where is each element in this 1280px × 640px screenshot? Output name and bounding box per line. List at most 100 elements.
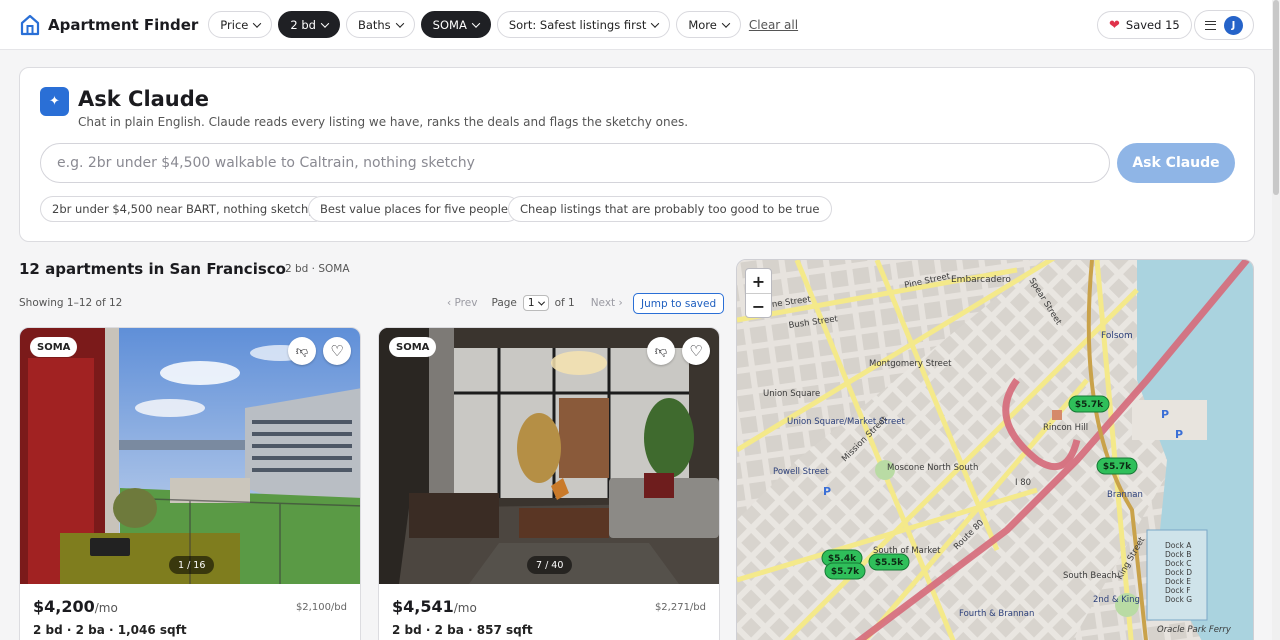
map-label: Powell Street	[773, 467, 829, 477]
jump-to-saved-button[interactable]: Jump to saved	[633, 293, 725, 314]
save-heart-button[interactable]: ♡	[323, 337, 351, 365]
map-label: 2nd & King	[1093, 595, 1140, 605]
map-label: Montgomery Street	[869, 359, 952, 369]
neighborhood-filter[interactable]: SOMA	[420, 11, 491, 38]
parking-icon: P	[1175, 428, 1183, 441]
zoom-in-button[interactable]: +	[746, 269, 771, 293]
listing-photo[interactable]: SOMA 👎︎ ♡ 1 / 16	[20, 328, 360, 584]
map[interactable]: Pine Street Pine Street Bush Street Emba…	[736, 259, 1254, 640]
listing-photo[interactable]: SOMA 👎︎ ♡ 7 / 40	[379, 328, 719, 584]
map-label: Moscone North South	[887, 463, 978, 473]
map-label: South Beach	[1063, 571, 1117, 581]
price-filter-label: Price	[220, 17, 249, 32]
neighborhood-filter-label: SOMA	[432, 17, 467, 32]
living-room-photo	[379, 328, 719, 584]
beds-filter[interactable]: 2 bd	[278, 11, 340, 38]
svg-text:$5.7k: $5.7k	[1103, 462, 1132, 472]
map-label: Fourth & Brannan	[959, 609, 1034, 619]
heart-filled-icon: ❤	[1109, 17, 1120, 33]
price-value: $4,541	[392, 597, 454, 616]
map-label: Dock B	[1165, 550, 1191, 559]
suggestion-chip[interactable]: Cheap listings that are probably too goo…	[508, 196, 832, 222]
app-logo[interactable]: Apartment Finder	[20, 14, 198, 36]
svg-text:$5.5k: $5.5k	[875, 558, 904, 568]
saved-button[interactable]: ❤ Saved 15	[1097, 11, 1192, 39]
listing-price: $4,200/mo	[33, 597, 118, 616]
hamburger-icon	[1205, 20, 1216, 30]
price-marker[interactable]: $5.7k	[824, 562, 866, 580]
account-menu-button[interactable]: J	[1194, 10, 1254, 40]
top-bar: Apartment Finder Price 2 bd Baths SOMA S…	[0, 0, 1272, 50]
app-title: Apartment Finder	[48, 15, 199, 34]
sort-dropdown[interactable]: Sort: Safest listings first	[496, 11, 671, 38]
scrollbar-thumb[interactable]	[1273, 0, 1279, 195]
map-canvas[interactable]: Pine Street Pine Street Bush Street Emba…	[737, 260, 1254, 640]
page-label: Page	[491, 297, 517, 309]
chevron-down-icon	[253, 18, 262, 28]
results-count: Showing 1–12 of 12	[19, 297, 123, 309]
clear-all-link[interactable]: Clear all	[749, 18, 798, 32]
dislike-button[interactable]: 👎︎	[288, 337, 316, 365]
active-filters: 2 bd · SOMA	[285, 263, 350, 275]
thumbs-down-icon: 👎︎	[295, 343, 309, 358]
map-label: Dock E	[1165, 577, 1191, 586]
price-marker[interactable]: $5.7k	[1068, 395, 1110, 413]
price-filter[interactable]: Price	[208, 11, 273, 38]
suggestion-chip[interactable]: 2br under $4,500 near BART, nothing sket…	[40, 196, 328, 222]
svg-text:$5.7k: $5.7k	[1075, 400, 1104, 410]
price-period: /mo	[453, 601, 477, 615]
page-select[interactable]: 1	[522, 295, 549, 311]
map-label: Dock G	[1165, 595, 1192, 604]
chevron-down-icon	[651, 18, 660, 28]
map-label: Dock F	[1165, 586, 1191, 595]
map-label: I 80	[1015, 478, 1031, 488]
more-filters[interactable]: More	[676, 11, 741, 38]
neighborhood-badge: SOMA	[389, 337, 437, 357]
price-per-bed: $2,100/bd	[295, 602, 347, 613]
price-per-bed: $2,271/bd	[654, 602, 706, 613]
ask-claude-button[interactable]: Ask Claude	[1117, 143, 1235, 183]
ask-claude-panel: ✦ Ask Claude Chat in plain English. Clau…	[19, 67, 1255, 242]
price-value: $4,200	[33, 597, 95, 616]
price-period: /mo	[94, 601, 118, 615]
save-heart-button[interactable]: ♡	[682, 337, 710, 365]
balcony-photo	[20, 328, 360, 584]
listing-specs: 2 bd · 2 ba · 857 sqft	[392, 623, 533, 637]
home-icon	[20, 14, 40, 35]
prev-page-button[interactable]: ‹ Prev	[447, 297, 477, 309]
results-title: 12 apartments in San Francisco	[19, 260, 286, 278]
listing-card[interactable]: SOMA 👎︎ ♡ 7 / 40 $4,541/mo $2,271/bd 2 b…	[378, 327, 720, 640]
suggestion-chip[interactable]: Best value places for five people	[308, 196, 521, 222]
ask-input[interactable]	[40, 143, 1110, 183]
map-label: Embarcadero	[951, 275, 1011, 285]
chevron-down-icon	[395, 18, 404, 28]
page-of: of 1	[554, 297, 575, 309]
pagination: ‹ Prev Page 1 of 1 Next ›	[447, 293, 623, 313]
parking-icon: P	[823, 485, 831, 498]
listing-card[interactable]: SOMA 👎︎ ♡ 1 / 16 $4,200/mo $2,100/bd 2 b…	[19, 327, 361, 640]
price-marker[interactable]: $5.5k	[868, 553, 910, 571]
map-label: Dock C	[1165, 559, 1191, 568]
saved-count: Saved 15	[1125, 18, 1180, 32]
listing-price: $4,541/mo	[392, 597, 477, 616]
page-scrollbar[interactable]	[1272, 0, 1280, 640]
zoom-out-button[interactable]: −	[746, 294, 771, 318]
map-zoom-controls: + −	[745, 268, 772, 318]
baths-filter[interactable]: Baths	[345, 11, 415, 38]
next-page-button[interactable]: Next ›	[591, 297, 623, 309]
map-label: Oracle Park Ferry	[1157, 625, 1232, 635]
ask-subtitle: Chat in plain English. Claude reads ever…	[78, 115, 689, 129]
page-select-value: 1	[527, 297, 535, 309]
chevron-down-icon	[537, 298, 545, 306]
heart-outline-icon: ♡	[689, 342, 703, 360]
map-label: Brannan	[1107, 490, 1143, 500]
price-marker[interactable]: $5.7k	[1096, 457, 1138, 475]
photo-counter: 1 / 16	[169, 556, 215, 574]
sparkle-icon: ✦	[40, 87, 69, 116]
ask-title: Ask Claude	[78, 87, 210, 111]
thumbs-down-icon: 👎︎	[654, 343, 668, 358]
chevron-down-icon	[471, 18, 481, 28]
heart-outline-icon: ♡	[330, 342, 344, 360]
chevron-down-icon	[320, 18, 330, 28]
dislike-button[interactable]: 👎︎	[647, 337, 675, 365]
